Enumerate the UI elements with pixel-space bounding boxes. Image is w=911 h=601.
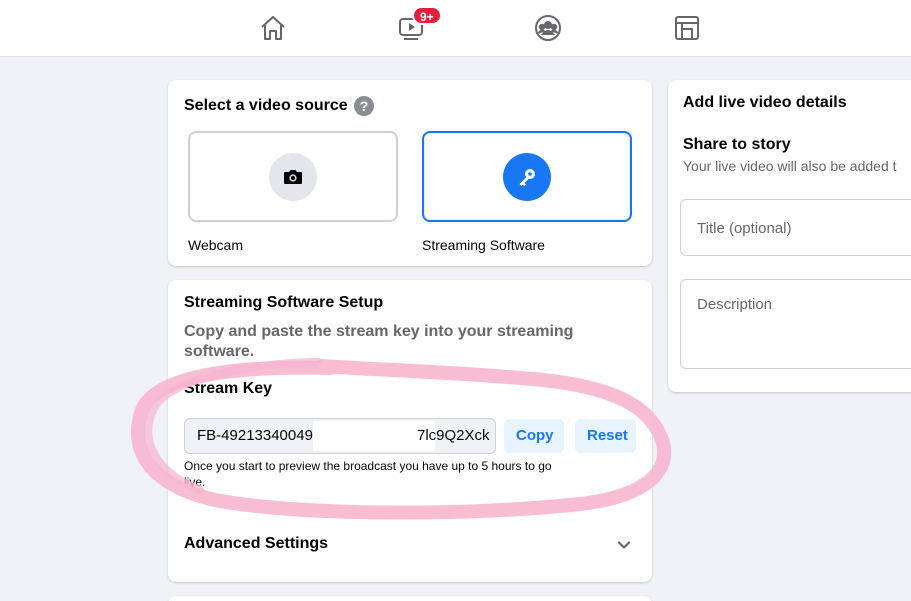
- setup-instructions: Copy and paste the stream key into your …: [184, 323, 574, 360]
- help-icon[interactable]: ?: [354, 96, 374, 116]
- chevron-down-icon[interactable]: [614, 535, 634, 555]
- stream-key-tail: 7lc9Q2Xck: [417, 427, 490, 444]
- notification-badge: 9+: [412, 6, 442, 25]
- stream-key-field[interactable]: FB-49213340049 7lc9Q2Xck: [184, 418, 496, 454]
- stream-key-label: Stream Key: [184, 380, 273, 397]
- camera-icon: [269, 153, 317, 201]
- title-placeholder: Title (optional): [697, 220, 792, 237]
- key-icon: [503, 153, 551, 201]
- reset-button[interactable]: Reset: [575, 419, 636, 453]
- description-input[interactable]: Description: [680, 279, 911, 369]
- groups-icon[interactable]: [534, 14, 562, 42]
- details-title: Add live video details: [683, 94, 847, 111]
- streaming-software-label: Streaming Software: [422, 237, 545, 253]
- webcam-option[interactable]: [188, 131, 398, 222]
- stream-key-note: Once you start to preview the broadcast …: [184, 459, 552, 489]
- advanced-settings-label[interactable]: Advanced Settings: [184, 535, 328, 553]
- watch-icon[interactable]: 9+: [397, 6, 442, 42]
- setup-title: Streaming Software Setup: [184, 294, 384, 311]
- copy-button[interactable]: Copy: [504, 419, 564, 453]
- description-placeholder: Description: [697, 296, 773, 313]
- share-story-description: Your live video will also be added t: [683, 158, 897, 174]
- next-card: [168, 596, 652, 601]
- gaming-icon[interactable]: [673, 14, 701, 42]
- home-icon[interactable]: [259, 14, 287, 42]
- share-story-title: Share to story: [683, 136, 791, 153]
- webcam-label: Webcam: [188, 237, 243, 253]
- top-navigation-bar: 9+: [0, 0, 911, 57]
- streaming-software-option[interactable]: [422, 131, 632, 222]
- details-card: Add live video details Share to story Yo…: [668, 80, 911, 392]
- stream-key-value: FB-49213340049: [197, 427, 313, 444]
- title-input[interactable]: Title (optional): [680, 199, 911, 256]
- video-source-title: Select a video source: [184, 97, 348, 114]
- setup-card: Streaming Software Setup Copy and paste …: [168, 280, 652, 582]
- video-source-card: Select a video source ? Webcam Streaming…: [168, 80, 652, 266]
